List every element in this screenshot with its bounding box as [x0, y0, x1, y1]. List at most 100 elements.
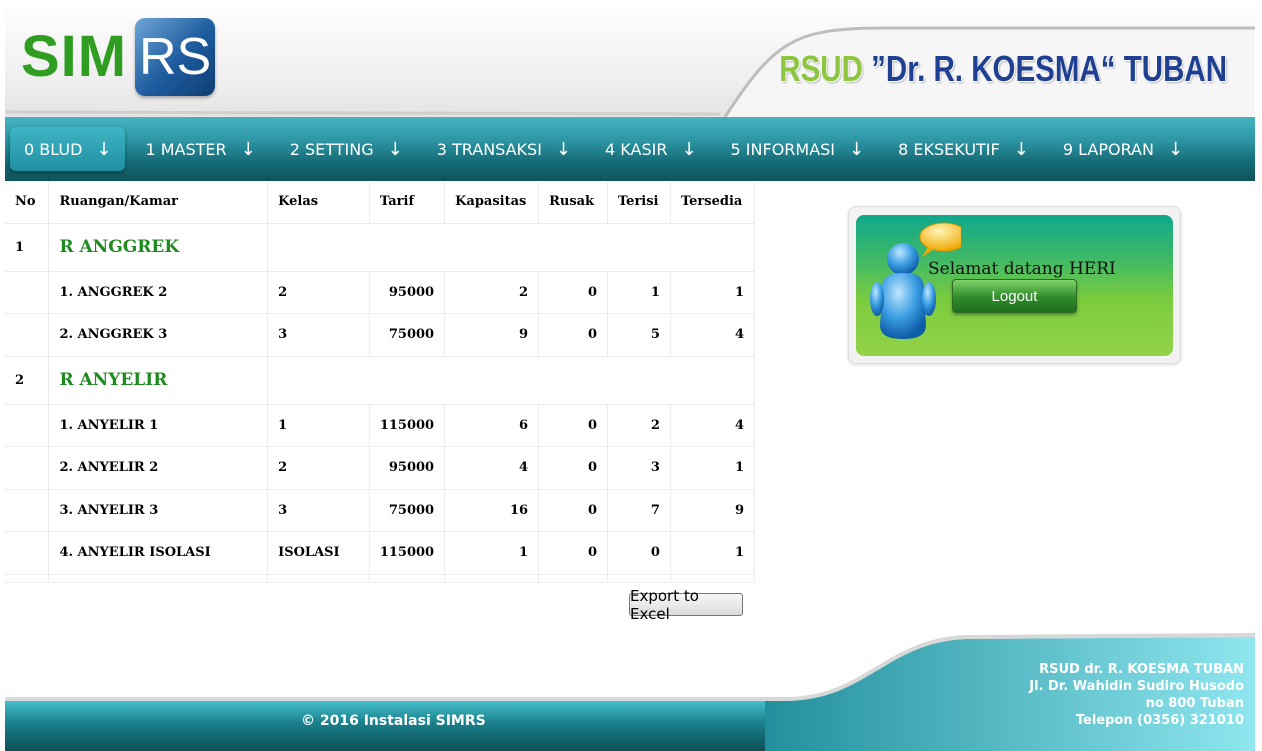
- group-row-spacer: [267, 356, 755, 405]
- cell-ruangan: 2. ANYELIR 2: [48, 446, 269, 490]
- arrow-down-icon: ↓: [849, 138, 865, 160]
- column-header-ruangan: Ruangan/Kamar: [48, 181, 269, 224]
- cell-no: [5, 313, 50, 357]
- nav-item-blud[interactable]: 0 BLUD ↓: [10, 127, 126, 171]
- cell-kapasitas: 4: [444, 446, 540, 490]
- cell-ruangan: 4. ANYELIR ISOLASI: [48, 531, 269, 575]
- cell-no: [5, 531, 50, 575]
- user-chat-icon: [870, 222, 961, 339]
- nav-item-label: 0 BLUD: [24, 139, 83, 159]
- cell-tarif: 75000: [369, 313, 446, 357]
- export-to-excel-button[interactable]: Export to Excel: [629, 587, 743, 623]
- footer-copyright: © 2016 Instalasi SIMRS: [301, 713, 486, 729]
- column-header-tersedia: Tersedia: [670, 181, 756, 224]
- arrow-down-icon: ↓: [387, 138, 403, 160]
- cell-tarif: 95000: [369, 446, 446, 490]
- cell-rusak: 0: [538, 313, 608, 357]
- table-header-row: No Ruangan/Kamar Kelas Tarif Kapasitas R…: [5, 181, 756, 224]
- cell-kelas: 2: [267, 271, 370, 314]
- cell-kelas: 3: [267, 489, 370, 532]
- cell-kapasitas: 2: [444, 271, 540, 314]
- cell-tarif: 115000: [369, 531, 446, 575]
- footer-address: RSUD dr. R. KOESMA TUBAN Jl. Dr. Wahidin…: [1029, 661, 1244, 729]
- cell-tersedia: 4: [670, 313, 756, 357]
- group-number: 1: [5, 223, 50, 272]
- cell-kelas: 3: [267, 313, 370, 357]
- footer-address-line: Jl. Dr. Wahidin Sudiro Husodo: [1029, 679, 1244, 694]
- arrow-down-icon: ↓: [96, 138, 112, 160]
- nav-item-eksekutif[interactable]: 8 EKSEKUTIF ↓: [884, 127, 1043, 171]
- column-header-kelas: Kelas: [267, 181, 370, 224]
- column-header-kapasitas: Kapasitas: [444, 181, 540, 224]
- cell-kapasitas: 16: [444, 489, 540, 532]
- nav-item-label: 1 MASTER: [145, 139, 227, 159]
- cell-tarif: 95000: [369, 271, 446, 314]
- cell-ruangan: 2. ANGGREK 3: [48, 313, 269, 357]
- arrow-down-icon: ↓: [681, 138, 697, 160]
- footer-address-line: no 800 Tuban: [1145, 696, 1244, 711]
- welcome-panel: Selamat datang HERI Logout: [856, 215, 1173, 356]
- group-row: 2 R ANYELIR: [5, 356, 755, 405]
- cell-tersedia: 4: [670, 404, 756, 447]
- nav-item-label: 3 TRANSAKSI: [436, 139, 542, 159]
- nav-item-transaksi[interactable]: 3 TRANSAKSI ↓: [423, 127, 585, 171]
- cell-terisi: 2: [607, 404, 671, 447]
- group-name: R ANYELIR: [48, 356, 269, 405]
- cell-terisi: 3: [607, 446, 671, 490]
- nav-item-informasi[interactable]: 5 INFORMASI ↓: [717, 127, 879, 171]
- footer-address-line: RSUD dr. R. KOESMA TUBAN: [1039, 662, 1244, 677]
- table-row: 3. ANYELIR 3 3 75000 16 0 7 9: [5, 489, 756, 532]
- cell-tersedia: 1: [670, 446, 756, 490]
- table-row: 1. ANYELIR 1 1 115000 6 0 2 4: [5, 404, 756, 447]
- nav-list: 0 BLUD ↓ 1 MASTER ↓ 2 SETTING ↓ 3 TRANSAKSI…: [5, 117, 1255, 181]
- table-row-empty: [5, 574, 756, 583]
- arrow-down-icon: ↓: [1167, 138, 1184, 160]
- cell-ruangan: 1. ANGGREK 2: [48, 271, 269, 314]
- cell-kelas: 2: [267, 446, 370, 490]
- group-number: 2: [5, 356, 50, 405]
- table-row: 2. ANYELIR 2 2 95000 4 0 3 1: [5, 446, 756, 490]
- column-header-no: No: [5, 181, 50, 224]
- cell-kelas: 1: [267, 404, 370, 447]
- nav-item-master[interactable]: 1 MASTER ↓: [131, 127, 269, 171]
- cell-tersedia: 9: [670, 489, 756, 532]
- column-header-terisi: Terisi: [607, 181, 671, 224]
- main-navbar: 0 BLUD ↓ 1 MASTER ↓ 2 SETTING ↓ 3 TRANSAKSI…: [5, 117, 1255, 181]
- cell-rusak: 0: [538, 271, 608, 314]
- cell-terisi: 1: [607, 271, 671, 314]
- logo-rs-text: RS: [139, 28, 212, 86]
- cell-kapasitas: 6: [444, 404, 540, 447]
- table-row: 2. ANGGREK 3 3 75000 9 0 5 4: [5, 313, 756, 357]
- group-row-spacer: [267, 223, 755, 272]
- arrow-down-icon: ↓: [240, 138, 256, 160]
- footer-address-line: Telepon (0356) 321010: [1075, 713, 1244, 728]
- logout-button[interactable]: Logout: [952, 279, 1077, 313]
- table-row: 1. ANGGREK 2 2 95000 2 0 1 1: [5, 271, 756, 314]
- room-availability-table: No Ruangan/Kamar Kelas Tarif Kapasitas R…: [5, 181, 756, 583]
- logo-rs-box: RS: [135, 18, 216, 96]
- arrow-down-icon: ↓: [1013, 138, 1029, 160]
- group-row: 1 R ANGGREK: [5, 223, 755, 272]
- nav-item-kasir[interactable]: 4 KASIR ↓: [591, 127, 711, 171]
- nav-item-laporan[interactable]: 9 LAPORAN ↓: [1049, 127, 1197, 171]
- cell-tersedia: 1: [670, 531, 756, 575]
- nav-item-label: 2 SETTING: [289, 139, 374, 159]
- cell-kapasitas: 9: [444, 313, 540, 357]
- cell-no: [5, 271, 50, 314]
- nav-item-setting[interactable]: 2 SETTING ↓: [276, 127, 417, 171]
- column-header-tarif: Tarif: [369, 181, 446, 224]
- group-name: R ANGGREK: [48, 223, 269, 272]
- cell-tersedia: 1: [670, 271, 756, 314]
- footer: © 2016 Instalasi SIMRS RSUD dr. R. KOESM…: [5, 633, 1255, 751]
- nav-item-label: 8 EKSEKUTIF: [898, 139, 1000, 159]
- hospital-title: RSUD ”Dr. R. KOESMA“ TUBAN: [779, 48, 1227, 90]
- cell-ruangan: 1. ANYELIR 1: [48, 404, 269, 447]
- room-availability-table-wrap: No Ruangan/Kamar Kelas Tarif Kapasitas R…: [5, 181, 756, 583]
- cell-tarif: 75000: [369, 489, 446, 532]
- cell-rusak: 0: [538, 489, 608, 532]
- cell-no: [5, 489, 50, 532]
- welcome-card: Selamat datang HERI Logout: [848, 206, 1181, 364]
- cell-terisi: 7: [607, 489, 671, 532]
- nav-item-label: 5 INFORMASI: [730, 139, 836, 159]
- cell-terisi: 5: [607, 313, 671, 357]
